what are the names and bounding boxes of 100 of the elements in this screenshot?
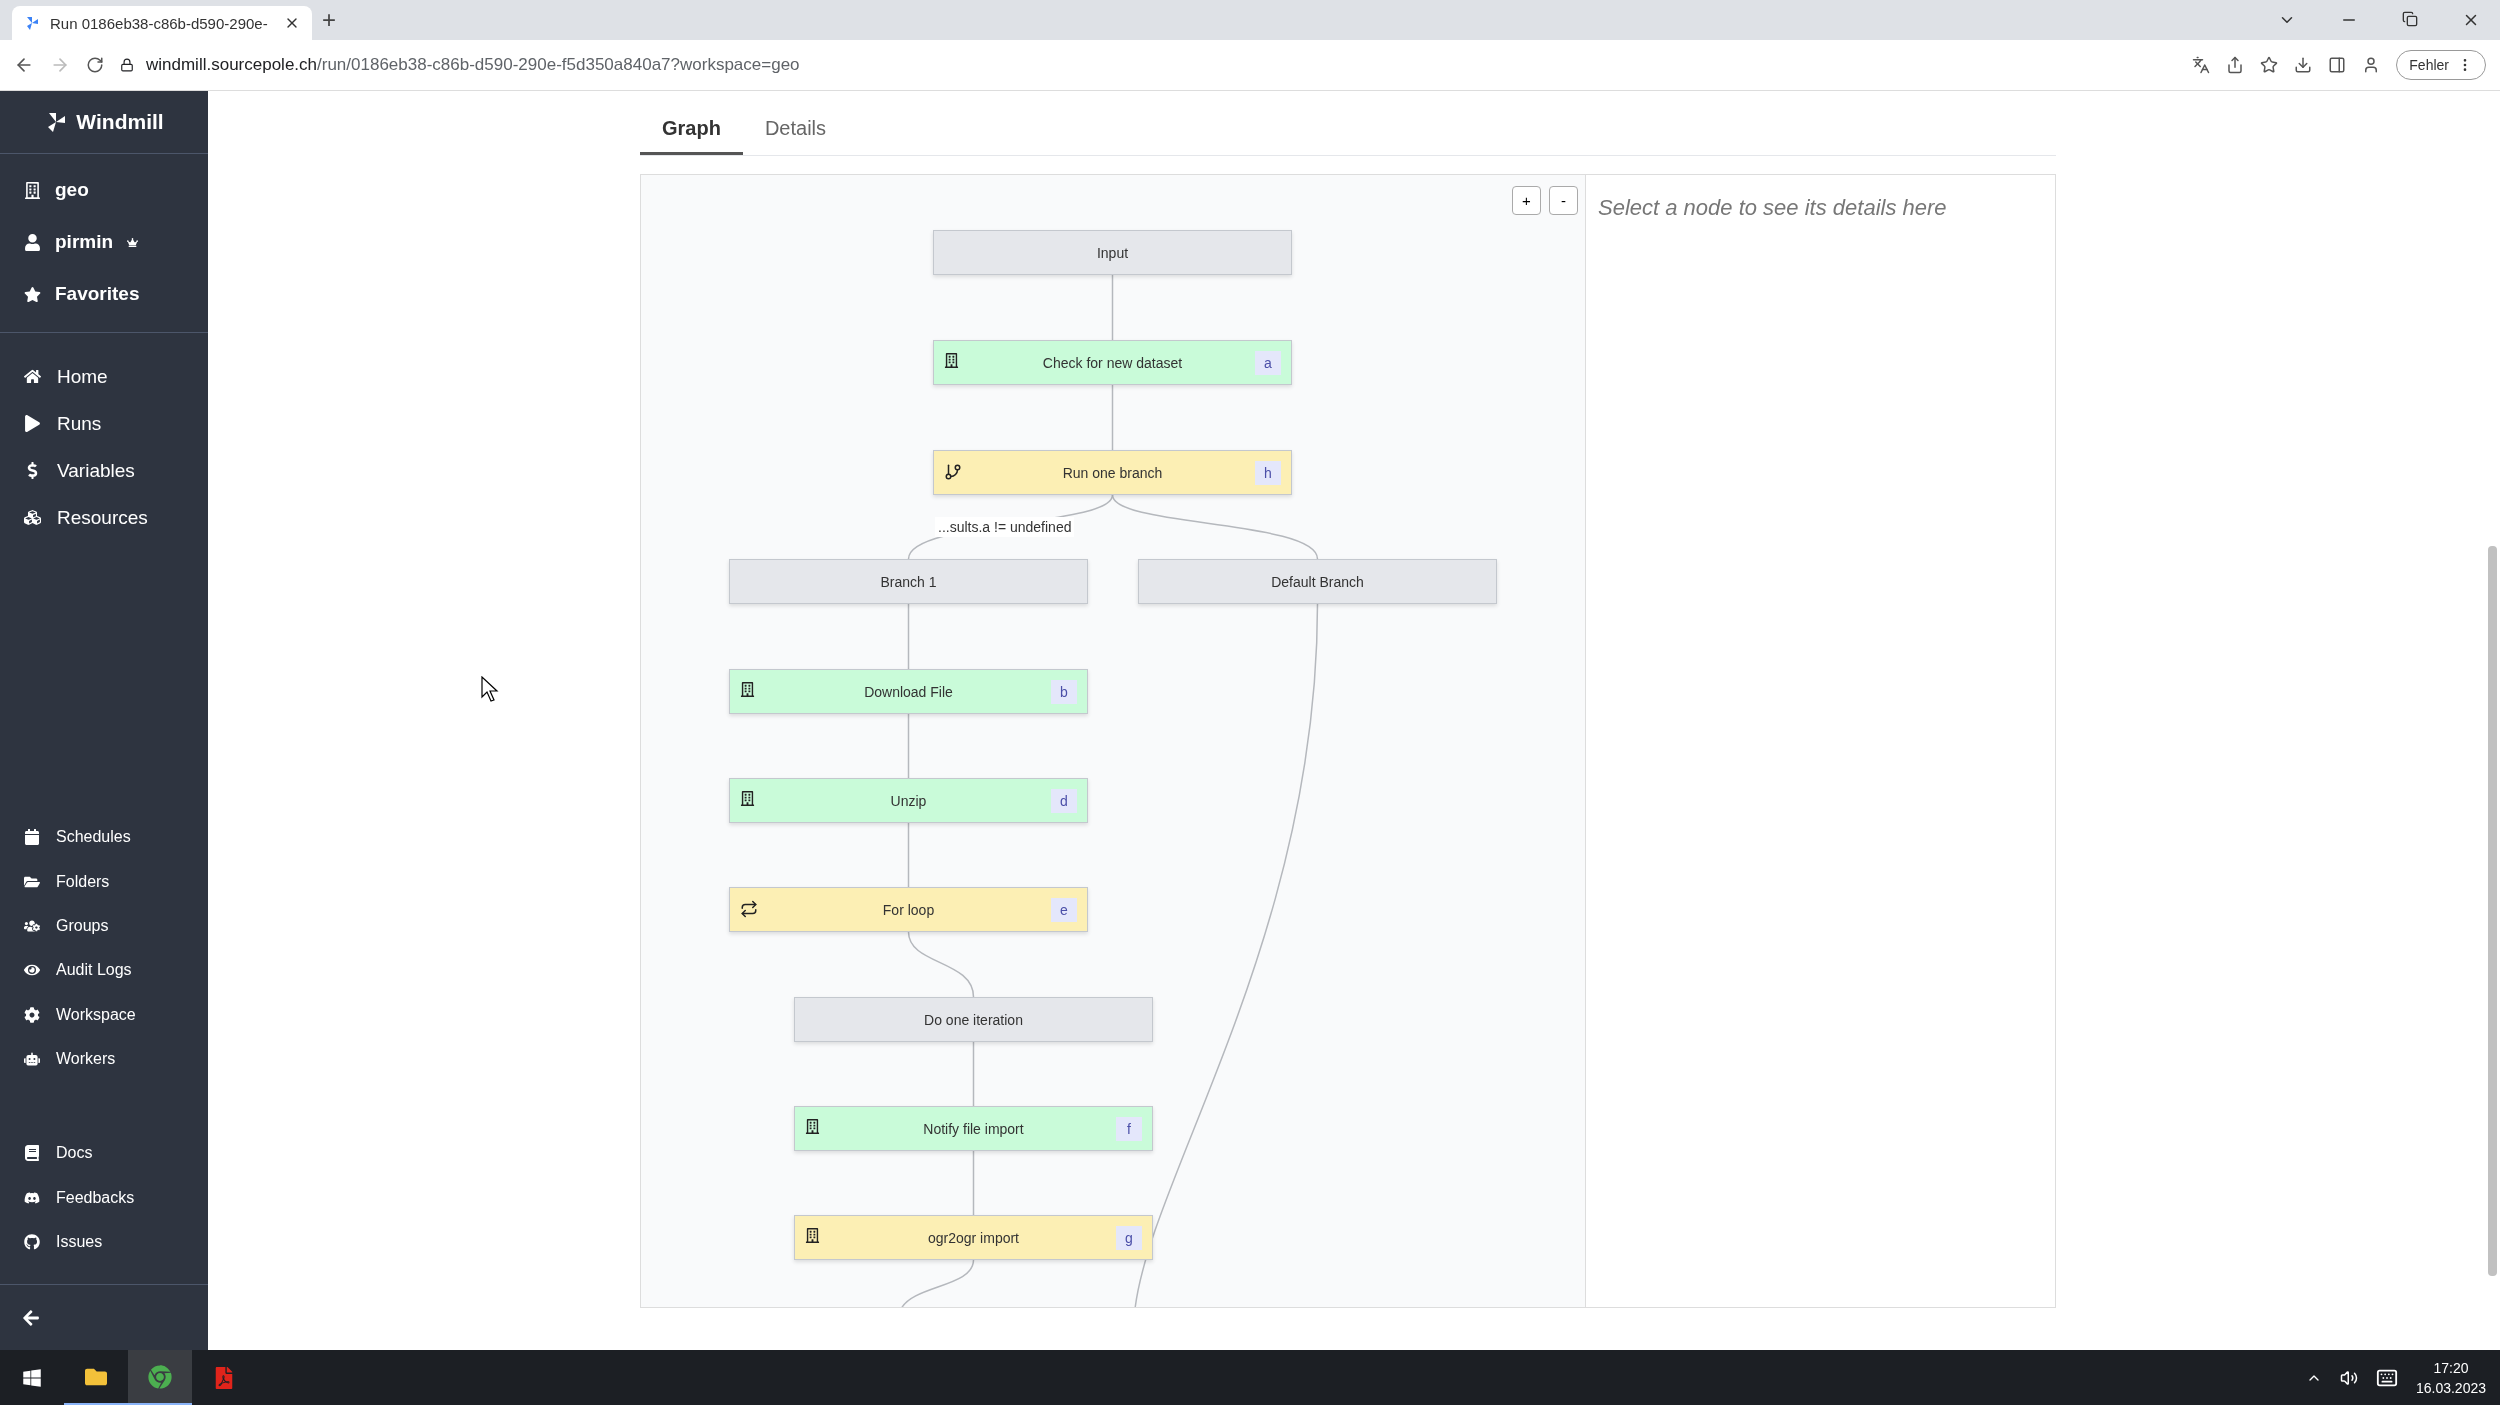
nav-item[interactable]: Runs — [0, 400, 208, 447]
flow-node[interactable]: Run one branch h — [933, 450, 1292, 495]
zoom-in-button[interactable]: + — [1512, 186, 1541, 215]
gear-icon — [24, 1006, 40, 1023]
connector-line — [972, 1041, 975, 1107]
connector-line — [907, 822, 910, 888]
browser-tab[interactable]: Run 0186eb38-c86b-d590-290e- — [12, 6, 312, 40]
node-id-badge: e — [1051, 898, 1077, 922]
sidebar-item[interactable]: Favorites — [0, 268, 208, 320]
sidebar-item[interactable]: geo — [0, 164, 208, 216]
reload-icon[interactable] — [86, 56, 104, 74]
node-label: Branch 1 — [880, 573, 937, 590]
sidebar-item[interactable]: pirmin — [0, 216, 208, 268]
flow-node[interactable]: Check for new dataset a — [933, 340, 1292, 385]
node-id-badge: b — [1051, 680, 1077, 704]
connector-line — [1111, 274, 1114, 341]
download-icon[interactable] — [2294, 56, 2313, 74]
nav-item[interactable]: Workspace — [0, 992, 208, 1037]
new-tab-button[interactable]: + — [322, 6, 336, 34]
star-icon — [24, 285, 41, 303]
flow-node[interactable]: Unzip d — [729, 778, 1088, 823]
node-label: ogr2ogr import — [927, 1229, 1019, 1246]
node-label: For loop — [882, 901, 935, 918]
side-panel-icon[interactable] — [2328, 56, 2347, 74]
play-icon — [24, 415, 41, 432]
flow-node[interactable]: Do one iteration — [794, 997, 1153, 1042]
discord-icon — [24, 1189, 40, 1206]
flow-node[interactable]: For loop e — [729, 887, 1088, 932]
github-icon — [24, 1233, 40, 1250]
edge-label: ...sults.a != undefined — [935, 517, 1075, 537]
tab[interactable]: Graph — [640, 109, 743, 155]
node-label: Input — [1096, 244, 1129, 261]
scrollbar-thumb[interactable] — [2488, 546, 2497, 1276]
node-label: Do one iteration — [924, 1011, 1023, 1028]
flow-node[interactable]: Download File b — [729, 669, 1088, 714]
restore-icon[interactable] — [2402, 11, 2418, 27]
script-icon — [805, 1119, 820, 1134]
windows-logo-icon — [22, 1367, 42, 1388]
windmill-logo-icon — [24, 15, 40, 31]
brand-name: Windmill — [76, 110, 164, 134]
tab[interactable]: Details — [742, 109, 849, 155]
node-label: Default Branch — [1271, 573, 1364, 590]
flow-node[interactable]: ogr2ogr import g — [794, 1215, 1153, 1260]
nav-item[interactable]: Audit Logs — [0, 948, 208, 993]
volume-icon[interactable] — [2339, 1368, 2358, 1387]
browser-icon — [148, 1364, 172, 1389]
nav-item[interactable]: Variables — [0, 447, 208, 494]
node-label: Check for new dataset — [1042, 354, 1183, 371]
script-icon — [944, 353, 959, 368]
connector-line — [907, 931, 975, 998]
url-text: windmill.sourcepole.ch/run/0186eb38-c86b-d590-290e-f5d350a840a7?workspace=geo — [146, 55, 800, 75]
branch-icon — [944, 463, 962, 481]
nav-item[interactable]: Issues — [0, 1219, 208, 1264]
node-id-badge: d — [1051, 789, 1077, 813]
taskbar-clock[interactable]: 17:20 16.03.2023 — [2415, 1357, 2486, 1398]
lock-icon — [120, 58, 134, 72]
script-icon — [740, 791, 755, 806]
share-icon[interactable] — [2226, 56, 2245, 74]
flow-node[interactable]: Default Branch — [1138, 559, 1497, 604]
mouse-cursor-icon — [481, 676, 499, 702]
empty-details-message: Select a node to see its details here — [1598, 195, 1947, 220]
script-icon — [740, 682, 755, 697]
loop-icon — [740, 900, 758, 918]
flow-node[interactable]: Input — [933, 230, 1292, 275]
node-label: Run one branch — [1062, 464, 1163, 481]
nav-item[interactable]: Schedules — [0, 815, 208, 860]
node-label: Download File — [864, 683, 953, 700]
node-label: Notify file import — [923, 1120, 1024, 1137]
arrow-left-icon — [22, 1308, 40, 1327]
connector-line — [1111, 384, 1114, 451]
nav-item[interactable]: Groups — [0, 903, 208, 949]
zoom-out-button[interactable]: - — [1549, 186, 1578, 215]
translate-icon[interactable] — [2192, 56, 2211, 74]
pdf-icon — [213, 1366, 235, 1389]
tab-title: Run 0186eb38-c86b-d590-290e- — [50, 14, 269, 32]
nav-item[interactable]: Feedbacks — [0, 1175, 208, 1220]
nav-item[interactable]: Folders — [0, 859, 208, 904]
node-id-badge: h — [1255, 461, 1281, 485]
node-id-badge: f — [1116, 1117, 1142, 1141]
node-label: Unzip — [890, 792, 927, 809]
address-field[interactable]: windmill.sourcepole.ch/run/0186eb38-c86b-d590-290e-f5d350a840a7?workspace=geo — [120, 47, 2177, 83]
connector-line — [907, 603, 910, 670]
nav-item[interactable]: Resources — [0, 494, 208, 541]
user-icon — [24, 233, 41, 251]
book-icon — [24, 1145, 40, 1162]
bookmark-star-icon[interactable] — [2260, 56, 2279, 74]
calendar-icon — [24, 829, 40, 846]
nav-item[interactable]: Home — [0, 353, 208, 400]
script-icon — [805, 1228, 820, 1243]
nav-item[interactable]: Docs — [0, 1131, 208, 1176]
flow-node[interactable]: Branch 1 — [729, 559, 1088, 604]
node-id-badge: a — [1255, 351, 1281, 375]
users-gear-icon — [24, 918, 40, 935]
connector-line — [972, 1150, 975, 1216]
profile-button[interactable]: Fehler — [2396, 50, 2486, 80]
home-icon — [24, 368, 41, 385]
flow-node[interactable]: Notify file import f — [794, 1106, 1153, 1151]
browser-taskbar-button[interactable] — [128, 1350, 192, 1405]
connector-line — [907, 713, 910, 779]
nav-item[interactable]: Workers — [0, 1036, 208, 1082]
